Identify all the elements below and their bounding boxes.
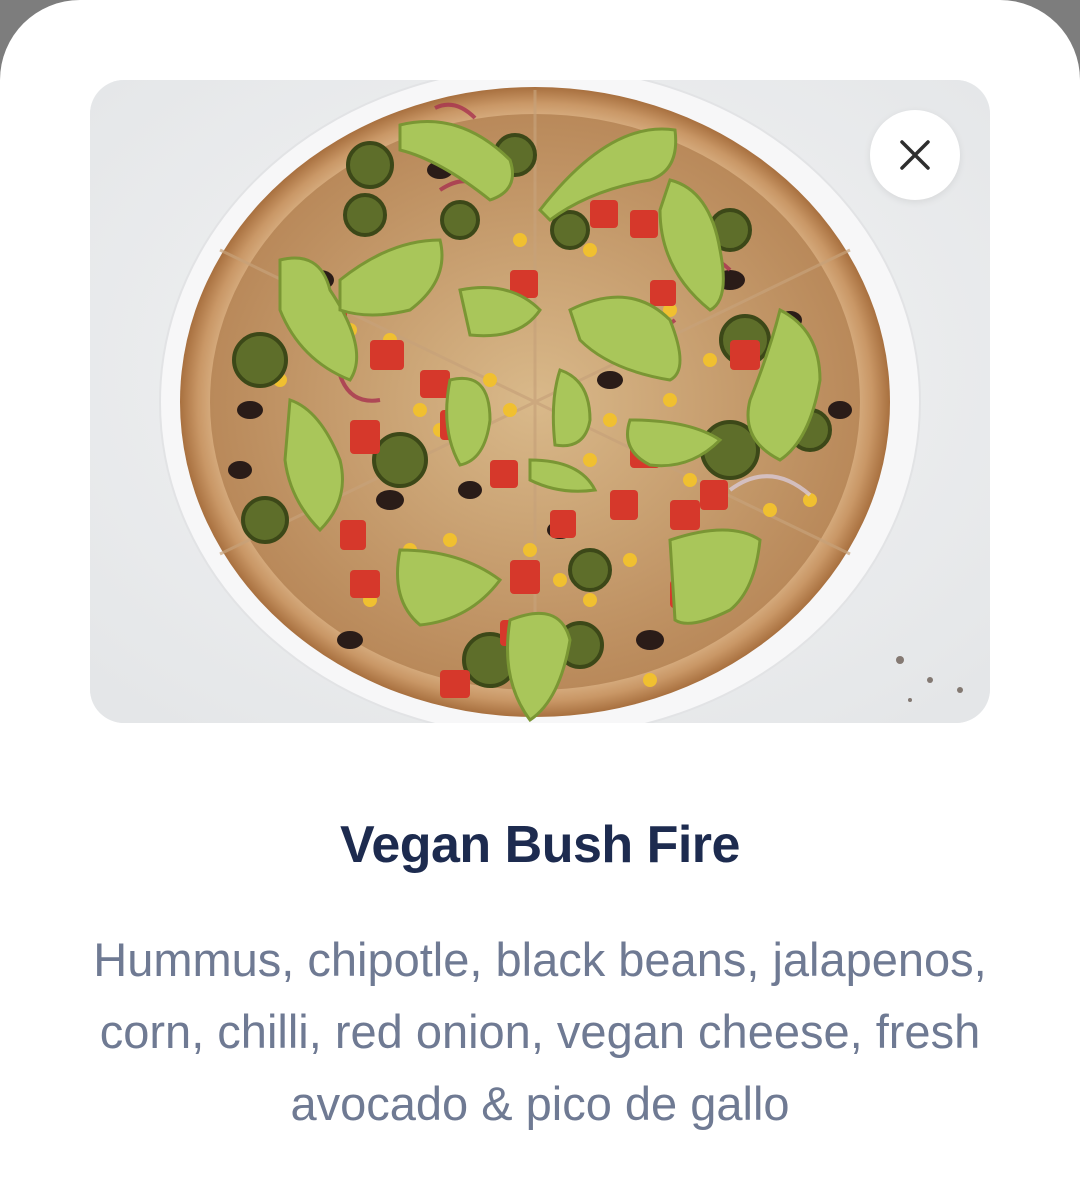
close-button[interactable] [870,110,960,200]
pizza-illustration [90,80,990,723]
product-detail-sheet: Vegan Bush Fire Hummus, chipotle, black … [0,0,1080,1181]
product-description: Hummus, chipotle, black beans, jalapenos… [93,933,987,1130]
close-icon [900,140,930,170]
product-title: Vegan Bush Fire [340,816,740,874]
product-image [90,80,990,723]
